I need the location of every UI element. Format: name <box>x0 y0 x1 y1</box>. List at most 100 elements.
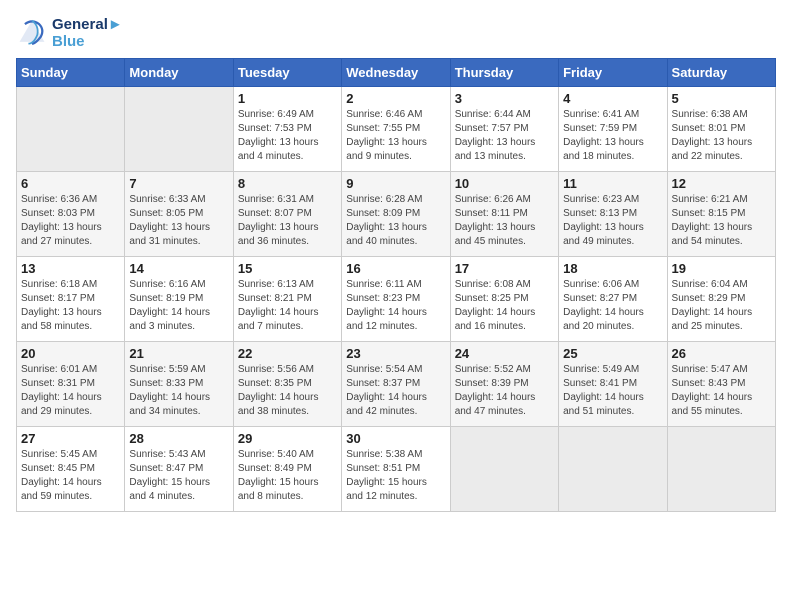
day-number: 10 <box>455 176 554 191</box>
day-number: 25 <box>563 346 662 361</box>
day-info: Sunrise: 6:08 AM Sunset: 8:25 PM Dayligh… <box>455 278 554 334</box>
calendar-cell: 13 Sunrise: 6:18 AM Sunset: 8:17 PM Dayli… <box>17 257 125 342</box>
day-number: 6 <box>21 176 120 191</box>
day-info: Sunrise: 6:13 AM Sunset: 8:21 PM Dayligh… <box>238 278 337 334</box>
calendar-cell: 4 Sunrise: 6:41 AM Sunset: 7:59 PM Daylig… <box>559 87 667 172</box>
day-number: 22 <box>238 346 337 361</box>
calendar-week-5: 27 Sunrise: 5:45 AM Sunset: 8:45 PM Dayli… <box>17 427 776 512</box>
weekday-header-row: SundayMondayTuesdayWednesdayThursdayFrid… <box>17 59 776 87</box>
day-info: Sunrise: 6:26 AM Sunset: 8:11 PM Dayligh… <box>455 193 554 249</box>
day-info: Sunrise: 6:21 AM Sunset: 8:15 PM Dayligh… <box>672 193 771 249</box>
day-number: 4 <box>563 91 662 106</box>
weekday-header-saturday: Saturday <box>667 59 775 87</box>
logo: General► Blue <box>16 16 123 50</box>
day-info: Sunrise: 6:23 AM Sunset: 8:13 PM Dayligh… <box>563 193 662 249</box>
day-info: Sunrise: 6:46 AM Sunset: 7:55 PM Dayligh… <box>346 108 445 164</box>
day-number: 3 <box>455 91 554 106</box>
calendar-cell: 21Sunrise: 5:59 AM Sunset: 8:33 PM Dayli… <box>125 342 233 427</box>
weekday-header-monday: Monday <box>125 59 233 87</box>
calendar-cell: 15 Sunrise: 6:13 AM Sunset: 8:21 PM Dayli… <box>233 257 341 342</box>
calendar-cell: 1Sunrise: 6:49 AM Sunset: 7:53 PM Daylig… <box>233 87 341 172</box>
calendar-cell <box>450 427 558 512</box>
calendar-cell: 19 Sunrise: 6:04 AM Sunset: 8:29 PM Dayli… <box>667 257 775 342</box>
day-info: Sunrise: 6:38 AM Sunset: 8:01 PM Dayligh… <box>672 108 771 164</box>
day-number: 15 <box>238 261 337 276</box>
day-info: Sunrise: 5:49 AM Sunset: 8:41 PM Dayligh… <box>563 363 662 419</box>
day-number: 19 <box>672 261 771 276</box>
day-number: 28 <box>129 431 228 446</box>
day-number: 1 <box>238 91 337 106</box>
calendar-cell: 17 Sunrise: 6:08 AM Sunset: 8:25 PM Dayli… <box>450 257 558 342</box>
page-header: General► Blue <box>16 16 776 50</box>
calendar-cell: 11 Sunrise: 6:23 AM Sunset: 8:13 PM Dayli… <box>559 172 667 257</box>
calendar-cell: 10 Sunrise: 6:26 AM Sunset: 8:11 PM Dayli… <box>450 172 558 257</box>
day-info: Sunrise: 6:36 AM Sunset: 8:03 PM Dayligh… <box>21 193 120 249</box>
day-info: Sunrise: 5:43 AM Sunset: 8:47 PM Dayligh… <box>129 448 228 504</box>
day-info: Sunrise: 6:28 AM Sunset: 8:09 PM Dayligh… <box>346 193 445 249</box>
day-number: 11 <box>563 176 662 191</box>
day-number: 29 <box>238 431 337 446</box>
calendar-cell: 27 Sunrise: 5:45 AM Sunset: 8:45 PM Dayli… <box>17 427 125 512</box>
day-info: Sunrise: 5:40 AM Sunset: 8:49 PM Dayligh… <box>238 448 337 504</box>
day-info: Sunrise: 5:56 AM Sunset: 8:35 PM Dayligh… <box>238 363 337 419</box>
calendar-week-4: 20 Sunrise: 6:01 AM Sunset: 8:31 PM Dayli… <box>17 342 776 427</box>
calendar-cell: 5Sunrise: 6:38 AM Sunset: 8:01 PM Daylig… <box>667 87 775 172</box>
day-number: 7 <box>129 176 228 191</box>
day-info: Sunrise: 6:18 AM Sunset: 8:17 PM Dayligh… <box>21 278 120 334</box>
day-number: 13 <box>21 261 120 276</box>
calendar-cell: 30 Sunrise: 5:38 AM Sunset: 8:51 PM Dayli… <box>342 427 450 512</box>
calendar-cell: 29 Sunrise: 5:40 AM Sunset: 8:49 PM Dayli… <box>233 427 341 512</box>
calendar-cell: 6 Sunrise: 6:36 AM Sunset: 8:03 PM Daylig… <box>17 172 125 257</box>
calendar-cell: 23 Sunrise: 5:54 AM Sunset: 8:37 PM Dayli… <box>342 342 450 427</box>
calendar-cell: 14Sunrise: 6:16 AM Sunset: 8:19 PM Dayli… <box>125 257 233 342</box>
day-number: 30 <box>346 431 445 446</box>
weekday-header-wednesday: Wednesday <box>342 59 450 87</box>
day-number: 24 <box>455 346 554 361</box>
day-number: 18 <box>563 261 662 276</box>
day-number: 16 <box>346 261 445 276</box>
day-number: 27 <box>21 431 120 446</box>
calendar-cell <box>559 427 667 512</box>
day-number: 23 <box>346 346 445 361</box>
weekday-header-friday: Friday <box>559 59 667 87</box>
day-number: 21 <box>129 346 228 361</box>
calendar-cell: 7 Sunrise: 6:33 AM Sunset: 8:05 PM Daylig… <box>125 172 233 257</box>
calendar-cell: 28 Sunrise: 5:43 AM Sunset: 8:47 PM Dayli… <box>125 427 233 512</box>
calendar-cell: 8Sunrise: 6:31 AM Sunset: 8:07 PM Daylig… <box>233 172 341 257</box>
calendar-cell: 26 Sunrise: 5:47 AM Sunset: 8:43 PM Dayli… <box>667 342 775 427</box>
day-info: Sunrise: 6:31 AM Sunset: 8:07 PM Dayligh… <box>238 193 337 249</box>
day-info: Sunrise: 6:01 AM Sunset: 8:31 PM Dayligh… <box>21 363 120 419</box>
calendar-cell: 16 Sunrise: 6:11 AM Sunset: 8:23 PM Dayli… <box>342 257 450 342</box>
day-info: Sunrise: 6:04 AM Sunset: 8:29 PM Dayligh… <box>672 278 771 334</box>
calendar-week-2: 6 Sunrise: 6:36 AM Sunset: 8:03 PM Daylig… <box>17 172 776 257</box>
weekday-header-thursday: Thursday <box>450 59 558 87</box>
day-info: Sunrise: 6:33 AM Sunset: 8:05 PM Dayligh… <box>129 193 228 249</box>
day-info: Sunrise: 5:54 AM Sunset: 8:37 PM Dayligh… <box>346 363 445 419</box>
calendar-cell <box>125 87 233 172</box>
day-info: Sunrise: 5:47 AM Sunset: 8:43 PM Dayligh… <box>672 363 771 419</box>
calendar-cell: 2 Sunrise: 6:46 AM Sunset: 7:55 PM Daylig… <box>342 87 450 172</box>
day-number: 17 <box>455 261 554 276</box>
calendar-cell <box>667 427 775 512</box>
calendar-cell: 22 Sunrise: 5:56 AM Sunset: 8:35 PM Dayli… <box>233 342 341 427</box>
day-info: Sunrise: 6:44 AM Sunset: 7:57 PM Dayligh… <box>455 108 554 164</box>
day-info: Sunrise: 6:11 AM Sunset: 8:23 PM Dayligh… <box>346 278 445 334</box>
calendar-week-3: 13 Sunrise: 6:18 AM Sunset: 8:17 PM Dayli… <box>17 257 776 342</box>
day-info: Sunrise: 6:41 AM Sunset: 7:59 PM Dayligh… <box>563 108 662 164</box>
calendar-cell: 9 Sunrise: 6:28 AM Sunset: 8:09 PM Daylig… <box>342 172 450 257</box>
day-number: 12 <box>672 176 771 191</box>
day-number: 9 <box>346 176 445 191</box>
day-number: 2 <box>346 91 445 106</box>
calendar-week-1: 1Sunrise: 6:49 AM Sunset: 7:53 PM Daylig… <box>17 87 776 172</box>
day-info: Sunrise: 5:52 AM Sunset: 8:39 PM Dayligh… <box>455 363 554 419</box>
day-info: Sunrise: 5:38 AM Sunset: 8:51 PM Dayligh… <box>346 448 445 504</box>
weekday-header-tuesday: Tuesday <box>233 59 341 87</box>
calendar-cell: 25 Sunrise: 5:49 AM Sunset: 8:41 PM Dayli… <box>559 342 667 427</box>
day-number: 20 <box>21 346 120 361</box>
calendar-cell: 18Sunrise: 6:06 AM Sunset: 8:27 PM Dayli… <box>559 257 667 342</box>
calendar-cell: 24 Sunrise: 5:52 AM Sunset: 8:39 PM Dayli… <box>450 342 558 427</box>
calendar-cell <box>17 87 125 172</box>
day-number: 26 <box>672 346 771 361</box>
day-info: Sunrise: 5:45 AM Sunset: 8:45 PM Dayligh… <box>21 448 120 504</box>
day-info: Sunrise: 6:16 AM Sunset: 8:19 PM Dayligh… <box>129 278 228 334</box>
